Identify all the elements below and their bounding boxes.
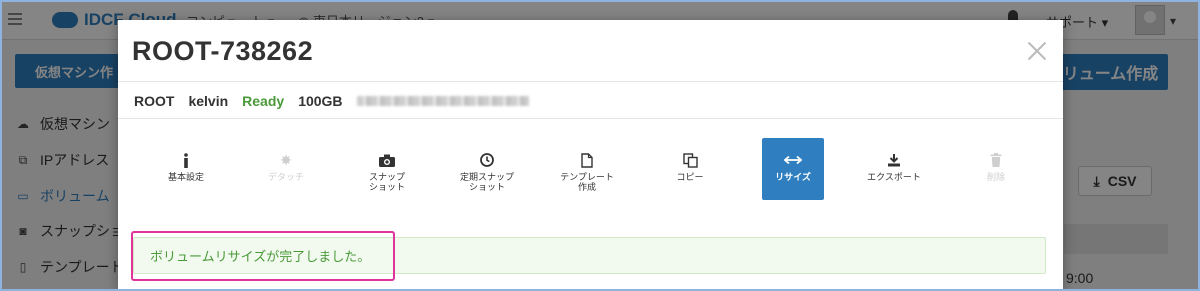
action-label: リサイズ [775, 172, 811, 182]
modal-title: ROOT-738262 [132, 36, 314, 66]
volume-modal: ROOT-738262 ROOT kelvin Ready 100GB 基本設定… [118, 20, 1063, 291]
action-label: スナップ ショット [368, 172, 405, 192]
vm-name: kelvin [188, 93, 229, 109]
gear-icon: ✸ [280, 151, 292, 168]
info-icon [183, 152, 189, 168]
clock-icon [480, 152, 494, 168]
export-button[interactable]: エクスポート [863, 138, 925, 200]
success-alert: ボリュームリサイズが完了しました。 [133, 237, 1046, 274]
action-label: 削除 [986, 172, 1005, 182]
action-toolbar: 基本設定 ✸ デタッチ スナップ ショット 定期スナップ ショット テンプレート… [140, 138, 1005, 202]
redacted-text [356, 96, 529, 106]
close-icon[interactable] [1025, 39, 1049, 63]
copy-icon [682, 152, 698, 168]
scheduled-snapshot-button[interactable]: 定期スナップ ショット [456, 138, 518, 200]
download-icon [887, 152, 901, 168]
status-badge: Ready [242, 93, 285, 109]
create-template-button[interactable]: テンプレート 作成 [556, 138, 618, 200]
camera-icon [379, 152, 395, 168]
action-label: コピー [676, 172, 704, 182]
divider [118, 81, 1063, 82]
volume-type: ROOT [134, 93, 175, 109]
file-icon [581, 152, 593, 168]
delete-button: 削除 [965, 138, 1027, 200]
action-label: 基本設定 [167, 172, 204, 182]
resize-icon [784, 152, 802, 168]
copy-button[interactable]: コピー [659, 138, 721, 200]
trash-icon [990, 152, 1002, 168]
basic-settings-button[interactable]: 基本設定 [155, 138, 217, 200]
volume-size: 100GB [298, 93, 343, 109]
divider [118, 118, 1063, 119]
resize-button[interactable]: リサイズ [762, 138, 824, 200]
volume-info: ROOT kelvin Ready 100GB [134, 93, 543, 109]
snapshot-button[interactable]: スナップ ショット [356, 138, 418, 200]
action-label: エクスポート [867, 172, 921, 182]
action-label: デタッチ [267, 172, 304, 182]
action-label: テンプレート 作成 [560, 172, 614, 192]
detach-button: ✸ デタッチ [255, 138, 317, 200]
action-label: 定期スナップ ショット [459, 172, 514, 192]
